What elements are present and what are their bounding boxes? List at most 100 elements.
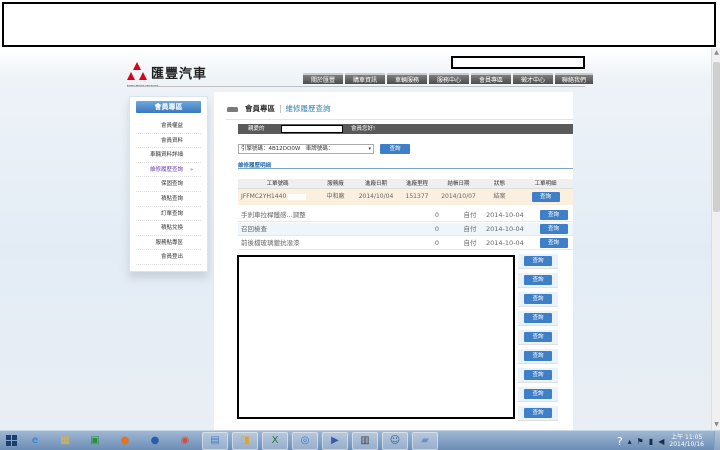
film-icon[interactable]: ▥ bbox=[352, 431, 378, 450]
sidebar-item-points[interactable]: 積點查詢 bbox=[136, 192, 201, 207]
chat-icon[interactable]: ▰ bbox=[412, 431, 438, 450]
system-tray: ? ▴ ⚑ ▮ ◀ 上午 11:05 2014/10/16 bbox=[617, 431, 720, 450]
sidebar-item-warranty[interactable]: 保固查詢 bbox=[136, 177, 201, 192]
sidebar-item-redeem[interactable]: 積點兌換 bbox=[136, 221, 201, 236]
detail-query-button[interactable]: 查詢 bbox=[524, 313, 552, 323]
sidebar-item-orders[interactable]: 訂單查詢 bbox=[136, 207, 201, 222]
nav-member-area[interactable]: 會員專區 bbox=[471, 73, 511, 84]
detail-cell: 查詢 bbox=[534, 223, 573, 235]
nav-contact[interactable]: 聯絡我們 bbox=[555, 73, 593, 84]
detail-item-name: 召回檢查 bbox=[241, 225, 267, 233]
detail-query-button[interactable]: 查詢 bbox=[524, 351, 552, 361]
nav-service-center[interactable]: 服務中心 bbox=[429, 73, 469, 84]
greeting-prefix: 親愛的 bbox=[248, 126, 265, 132]
nav-careers[interactable]: 徵才中心 bbox=[513, 73, 553, 84]
taskbar-apps: e ▦ ▣ ● ● ◉ ▤ ◨ X ◎ ▶ ▥ ☺ ▰ bbox=[22, 431, 442, 450]
nav-divider bbox=[127, 86, 585, 87]
sidebar-item-member-profile[interactable]: 會員資料 bbox=[136, 134, 201, 149]
order-detail-button[interactable]: 查詢 bbox=[531, 191, 560, 202]
detail-cell: 查詢 bbox=[534, 237, 573, 249]
network-icon[interactable]: ▮ bbox=[649, 437, 653, 446]
scrollbar-thumb[interactable] bbox=[713, 62, 720, 212]
globe-icon[interactable]: ● bbox=[142, 432, 168, 450]
detail-query-button[interactable]: 查詢 bbox=[524, 370, 552, 380]
scroll-down-icon[interactable]: ▼ bbox=[713, 421, 720, 429]
col-shop: 服務廠 bbox=[327, 181, 344, 187]
cell-status: 結案 bbox=[493, 193, 506, 200]
detail-cell: 查詢 bbox=[518, 406, 558, 421]
member-sidebar: 會員專區 會員權益 會員資料 車輛資料詳細 維修履歷查詢 » 保固查詢 積點查詢… bbox=[129, 96, 208, 272]
breadcrumb-area: 會員專區 bbox=[245, 104, 275, 113]
brand-logo[interactable]: 匯豐汽車 bbox=[127, 62, 207, 82]
scroll-up-icon[interactable]: ▲ bbox=[713, 49, 720, 57]
detail-query-button[interactable]: 查詢 bbox=[524, 294, 552, 304]
detail-qty: 0 bbox=[434, 211, 440, 219]
detail-query-button[interactable]: 查詢 bbox=[539, 224, 568, 234]
excel-icon[interactable]: ▣ bbox=[82, 432, 108, 450]
sidebar-item-member-rights[interactable]: 會員權益 bbox=[136, 119, 201, 134]
remote-desktop-icon[interactable]: ▤ bbox=[202, 431, 228, 450]
sidebar-item-repair-history[interactable]: 維修履歷查詢 » bbox=[136, 163, 201, 178]
tray-expand-icon[interactable]: ▴ bbox=[628, 437, 632, 446]
redacted-browser-toolbar bbox=[2, 2, 716, 47]
chevron-down-icon: ▾ bbox=[368, 146, 371, 152]
detail-payment: 自付 bbox=[463, 225, 477, 233]
windows-taskbar: e ▦ ▣ ● ● ◉ ▤ ◨ X ◎ ▶ ▥ ☺ ▰ ? ▴ ⚑ ▮ ◀ 上午 11:05 2014/1… bbox=[0, 430, 720, 450]
detail-query-button[interactable]: 查詢 bbox=[524, 275, 552, 285]
table-row: JFFMC2YH1440 中和廠 2014/10/04 151377 2014/… bbox=[238, 189, 573, 205]
cell-mileage: 151377 bbox=[405, 193, 429, 200]
vehicle-select-value: 引擎號碼：4B12DO0W 車牌號碼： bbox=[241, 146, 334, 152]
detail-date: 2014-10-04 bbox=[486, 239, 524, 247]
flag-icon[interactable]: ⚑ bbox=[637, 437, 644, 446]
detail-cell: 查詢 bbox=[518, 311, 558, 326]
clock-date: 2014/10/16 bbox=[669, 441, 704, 448]
section-divider bbox=[238, 168, 573, 169]
detail-item-name: 手剎車拉桿鐵感...調整 bbox=[241, 211, 306, 219]
col-mileage: 進廠里程 bbox=[405, 181, 428, 187]
media-icon[interactable]: ▶ bbox=[322, 431, 348, 450]
redacted-member-name bbox=[281, 125, 343, 133]
repair-history-table: 工單號碼 服務廠 進廠日期 進廠里程 結帳日期 狀態 工單明細 JFFMC2YH… bbox=[238, 179, 573, 205]
show-desktop-button[interactable] bbox=[714, 431, 720, 450]
mitsubishi-logo-icon bbox=[127, 62, 147, 82]
cell-order-number: JFFMC2YH1440 bbox=[238, 189, 317, 205]
nav-about[interactable]: 關於匯豐 bbox=[303, 73, 343, 84]
detail-cell: 查詢 bbox=[518, 387, 558, 402]
page-scrollbar[interactable]: ▲ ▼ bbox=[711, 48, 720, 430]
excel-window-icon[interactable]: X bbox=[262, 431, 288, 450]
detail-query-button[interactable]: 查詢 bbox=[524, 256, 552, 266]
brand-name: 匯豐汽車 bbox=[151, 66, 208, 82]
file-explorer-icon[interactable]: ▦ bbox=[52, 432, 78, 450]
clock[interactable]: 上午 11:05 2014/10/16 bbox=[669, 434, 704, 448]
detail-date: 2014-10-04 bbox=[486, 225, 524, 233]
outlook-icon[interactable]: ◨ bbox=[232, 431, 258, 450]
sidebar-title: 會員專區 bbox=[136, 101, 201, 113]
sidebar-item-logout[interactable]: 會員登出 bbox=[136, 250, 201, 265]
network-tool-icon[interactable]: ◎ bbox=[292, 431, 318, 450]
detail-row: 召回檢查 0 自付 2014-10-04 查詢 bbox=[238, 223, 573, 236]
internet-explorer-icon[interactable]: e bbox=[22, 432, 48, 450]
sidebar-item-vehicle-details[interactable]: 車輛資料詳細 bbox=[136, 148, 201, 163]
start-button[interactable] bbox=[0, 431, 22, 450]
help-icon[interactable]: ? bbox=[617, 435, 623, 448]
redacted-detail-list bbox=[237, 255, 515, 419]
nav-vehicle-service[interactable]: 車輛服務 bbox=[387, 73, 427, 84]
detail-query-button[interactable]: 查詢 bbox=[524, 389, 552, 399]
detail-cell: 查詢 bbox=[518, 330, 558, 345]
detail-payment: 自付 bbox=[463, 211, 477, 219]
detail-query-button[interactable]: 查詢 bbox=[524, 408, 552, 418]
car-icon bbox=[226, 105, 239, 113]
detail-query-button[interactable]: 查詢 bbox=[524, 332, 552, 342]
detail-query-button[interactable]: 查詢 bbox=[539, 210, 568, 220]
chrome-icon[interactable]: ◉ bbox=[172, 432, 198, 450]
nav-purchase[interactable]: 購車資訊 bbox=[345, 73, 385, 84]
user-icon[interactable]: ☺ bbox=[382, 431, 408, 450]
query-button[interactable]: 查詢 bbox=[380, 144, 410, 154]
col-out-date: 結帳日期 bbox=[447, 181, 470, 187]
firefox-icon[interactable]: ● bbox=[112, 432, 138, 450]
detail-query-button[interactable]: 查詢 bbox=[539, 238, 568, 248]
detail-row: 前後檔玻璃鍍抗潑漆 0 自付 2014-10-04 查詢 bbox=[238, 237, 573, 250]
sidebar-item-service-points[interactable]: 服務點專區 bbox=[136, 236, 201, 251]
vehicle-select[interactable]: 引擎號碼：4B12DO0W 車牌號碼： ▾ bbox=[238, 144, 374, 154]
volume-icon[interactable]: ◀ bbox=[658, 437, 664, 446]
